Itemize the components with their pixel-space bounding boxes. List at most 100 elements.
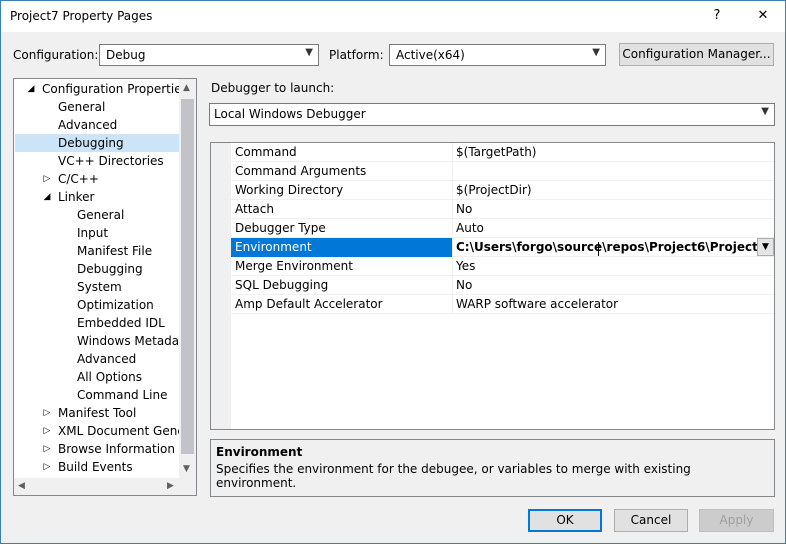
description-text: Specifies the environment for the debuge… [216,462,691,490]
tree-item[interactable]: Optimization [15,296,181,314]
property-row[interactable]: Command $(TargetPath) [231,143,774,162]
property-value: $(ProjectDir) [456,183,532,197]
tree-item[interactable]: Manifest File [15,242,181,260]
property-value[interactable]: C:\Users\forgo\source\repos\Project6\Pro… [456,240,766,256]
column-divider[interactable] [452,219,453,238]
property-name: Command Arguments [235,164,367,178]
tree-item[interactable]: System [15,278,181,296]
chevron-down-icon[interactable]: ▼ [757,238,774,256]
property-row[interactable]: SQL Debugging No [231,276,774,295]
property-row[interactable]: Amp Default Accelerator WARP software acc… [231,295,774,314]
tree-item-label: Embedded IDL [77,316,165,330]
column-divider[interactable] [452,181,453,200]
tree-item[interactable]: Advanced [15,350,181,368]
platform-select[interactable]: Active(x64) ▼ [389,44,606,66]
apply-button[interactable]: Apply [699,509,774,532]
property-name: Environment [235,240,312,254]
tree-item[interactable]: VC++ Directories [15,152,181,170]
chevron-down-icon: ▼ [592,47,600,58]
cancel-button[interactable]: Cancel [614,509,688,532]
expand-arrow-icon[interactable]: ▷ [42,458,52,476]
collapse-arrow-icon[interactable]: ◢ [42,188,52,206]
tree-vertical-scrollbar[interactable]: ▲ ▼ [179,79,196,479]
expand-arrow-icon[interactable]: ▷ [42,440,52,458]
scrollbar-thumb[interactable] [181,99,194,454]
scroll-up-icon[interactable]: ▲ [183,83,190,93]
column-divider[interactable] [452,143,453,162]
column-divider[interactable] [452,276,453,295]
window-title: Project7 Property Pages [10,9,153,23]
tree-item[interactable]: ▷ Build Events [15,458,181,476]
tree-item[interactable]: General [15,206,181,224]
tree-item-label: VC++ Directories [58,154,164,168]
property-name: Amp Default Accelerator [235,297,383,311]
property-row[interactable]: Attach No [231,200,774,219]
description-panel: Environment Specifies the environment fo… [210,439,775,497]
expand-arrow-icon[interactable]: ▷ [42,404,52,422]
tree-item[interactable]: ◢ Configuration Properties [15,80,188,98]
property-name: Working Directory [235,183,344,197]
property-name: Merge Environment [235,259,353,273]
ok-button[interactable]: OK [528,509,602,532]
column-divider[interactable] [452,200,453,219]
close-button[interactable]: ✕ [743,3,783,29]
tree-item[interactable]: Embedded IDL [15,314,181,332]
tree-item-label: Debugging [58,136,124,150]
column-divider[interactable] [452,295,453,314]
property-row[interactable]: Command Arguments [231,162,774,181]
property-name: SQL Debugging [235,278,329,292]
tree-item-label: Input [77,226,109,240]
tree-item[interactable]: Command Line [15,386,181,404]
configuration-manager-button[interactable]: Configuration Manager... [619,43,774,66]
property-row[interactable]: Environment C:\Users\forgo\source\repos\P… [231,238,774,257]
column-divider[interactable] [452,238,453,257]
tree-item[interactable]: ▷ C/C++ [15,170,181,188]
property-name: Attach [235,202,274,216]
property-value: Auto [456,221,484,235]
tree-item[interactable]: ▷ Manifest Tool [15,404,181,422]
tree-item[interactable]: ▷ Browse Information [15,440,181,458]
column-divider[interactable] [452,257,453,276]
tree-item-label: Linker [58,190,95,204]
chevron-down-icon: ▼ [761,106,769,117]
scroll-down-icon[interactable]: ▼ [183,464,190,474]
scroll-left-icon[interactable]: ◀ [18,481,25,491]
scroll-right-icon[interactable]: ▶ [167,481,174,491]
tree-item-label: Build Events [58,460,133,474]
tree-item-label: Windows Metadata [77,334,192,348]
tree-item-label: Advanced [77,352,137,366]
property-row[interactable]: Debugger Type Auto [231,219,774,238]
configuration-select[interactable]: Debug ▼ [99,44,319,66]
property-row[interactable]: Working Directory $(ProjectDir) [231,181,774,200]
configuration-value: Debug [106,48,146,62]
tree-item-label: C/C++ [58,172,99,186]
property-row[interactable]: Merge Environment Yes [231,257,774,276]
tree-item-label: Manifest Tool [58,406,137,420]
tree-item[interactable]: Debugging [15,134,181,152]
tree-item[interactable]: General [15,98,181,116]
help-button[interactable]: ? [697,3,737,29]
tree-item-label: Manifest File [77,244,153,258]
tree-item[interactable]: Debugging [15,260,181,278]
collapse-arrow-icon[interactable]: ◢ [26,80,36,98]
property-grid: Command $(TargetPath) Command Arguments Wor… [210,142,775,430]
expand-arrow-icon[interactable]: ▷ [42,422,52,440]
expand-arrow-icon[interactable]: ▷ [42,170,52,188]
debugger-label: Debugger to launch: [211,81,335,95]
property-name: Command [235,145,297,159]
column-divider[interactable] [452,162,453,181]
tree-item-label: Configuration Properties [42,82,188,96]
tree-item[interactable]: Input [15,224,181,242]
tree-item-label: All Options [77,370,142,384]
tree-item-label: General [58,100,106,114]
tree-item[interactable]: ▷ XML Document Genera [15,422,196,440]
tree-item[interactable]: ◢ Linker [15,188,181,206]
tree-horizontal-scrollbar[interactable]: ◀ ▶ [14,478,196,495]
tree-item-label: XML Document Genera [58,424,197,438]
debugger-select[interactable]: Local Windows Debugger ▼ [209,103,775,126]
tree-item[interactable]: Advanced [15,116,181,134]
property-value: WARP software accelerator [456,297,619,311]
tree-item[interactable]: Windows Metadata [15,332,191,350]
tree-item[interactable]: All Options [15,368,181,386]
text-caret [598,242,599,256]
